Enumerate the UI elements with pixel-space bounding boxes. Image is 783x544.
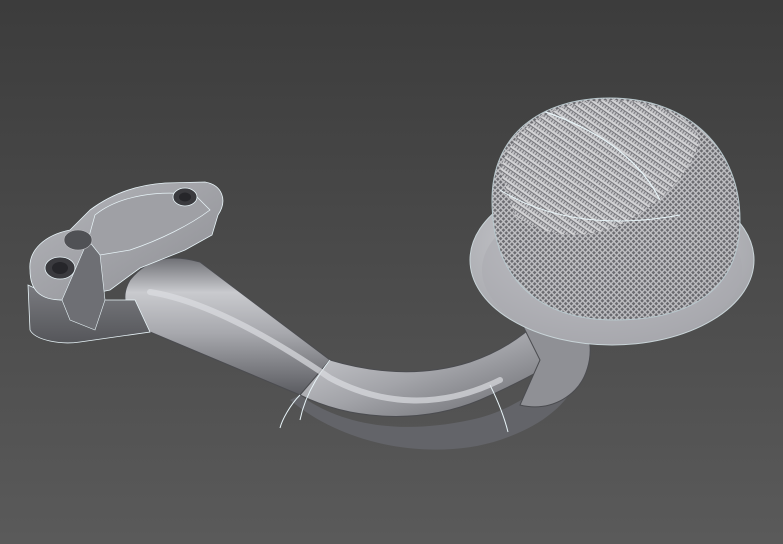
3d-viewport[interactable] — [0, 0, 783, 544]
tube-straight-section — [124, 257, 331, 396]
bolt-hole-right-inner — [179, 192, 191, 202]
oil-pickup-model[interactable] — [0, 0, 783, 544]
bolt-hole-left-inner — [52, 262, 68, 274]
flange-center-bore — [63, 229, 93, 251]
